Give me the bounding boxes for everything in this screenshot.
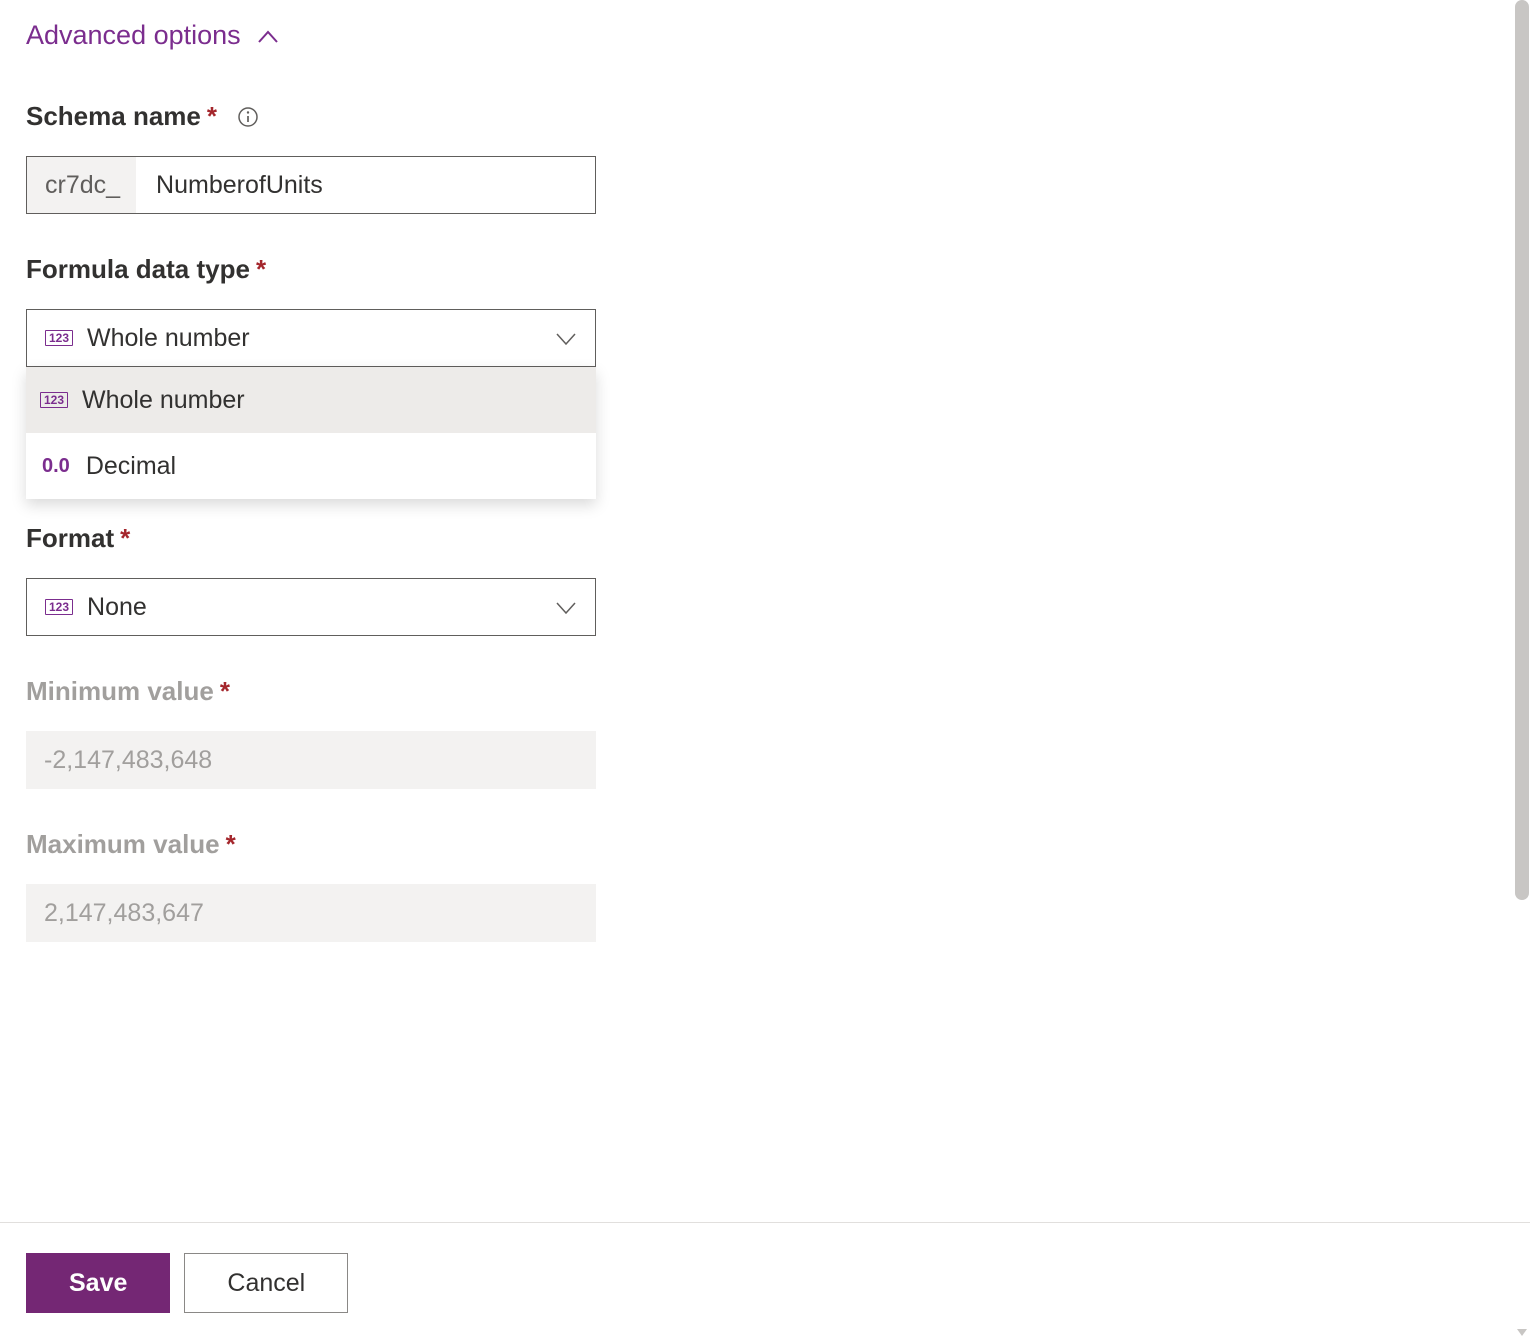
schema-name-label: Schema name * — [26, 101, 1504, 132]
decimal-icon: 0.0 — [40, 455, 72, 478]
scrollbar-track[interactable] — [1514, 0, 1530, 1343]
option-whole-number[interactable]: 123 Whole number — [26, 367, 596, 433]
maximum-value-input: 2,147,483,647 — [26, 884, 596, 942]
required-indicator: * — [220, 676, 230, 707]
option-decimal[interactable]: 0.0 Decimal — [26, 433, 596, 499]
field-minimum-value: Minimum value * -2,147,483,648 — [26, 676, 1504, 789]
formula-data-type-dropdown: 123 Whole number 0.0 Decimal — [26, 367, 596, 499]
scroll-down-icon[interactable] — [1515, 1325, 1529, 1339]
field-formula-data-type: Formula data type * 123 Whole number 123… — [26, 254, 1504, 367]
maximum-value-label: Maximum value * — [26, 829, 1504, 860]
whole-number-icon: 123 — [40, 392, 68, 408]
field-format: Format * 123 None — [26, 523, 1504, 636]
chevron-down-icon — [555, 324, 577, 353]
scrollbar-thumb[interactable] — [1515, 0, 1529, 900]
required-indicator: * — [256, 254, 266, 285]
info-icon[interactable] — [237, 106, 259, 128]
schema-name-input[interactable] — [136, 157, 595, 213]
minimum-value-input: -2,147,483,648 — [26, 731, 596, 789]
option-label: Decimal — [86, 452, 176, 481]
required-indicator: * — [207, 101, 217, 132]
format-label: Format * — [26, 523, 1504, 554]
formula-data-type-label: Formula data type * — [26, 254, 1504, 285]
advanced-options-label: Advanced options — [26, 20, 241, 51]
whole-number-icon: 123 — [45, 599, 73, 615]
minimum-value-label: Minimum value * — [26, 676, 1504, 707]
cancel-button[interactable]: Cancel — [184, 1253, 348, 1313]
required-indicator: * — [226, 829, 236, 860]
required-indicator: * — [120, 523, 130, 554]
option-label: Whole number — [82, 386, 245, 415]
chevron-up-icon — [257, 30, 277, 42]
field-maximum-value: Maximum value * 2,147,483,647 — [26, 829, 1504, 942]
save-button[interactable]: Save — [26, 1253, 170, 1313]
advanced-options-toggle[interactable]: Advanced options — [26, 20, 277, 51]
footer: Save Cancel — [0, 1223, 1530, 1343]
formula-data-type-value: Whole number — [87, 324, 250, 353]
whole-number-icon: 123 — [45, 330, 73, 346]
format-value: None — [87, 593, 147, 622]
formula-data-type-select[interactable]: 123 Whole number — [26, 309, 596, 367]
schema-name-prefix: cr7dc_ — [27, 157, 136, 213]
field-schema-name: Schema name * cr7dc_ — [26, 101, 1504, 214]
chevron-down-icon — [555, 593, 577, 622]
format-select[interactable]: 123 None — [26, 578, 596, 636]
schema-name-input-row: cr7dc_ — [26, 156, 596, 214]
